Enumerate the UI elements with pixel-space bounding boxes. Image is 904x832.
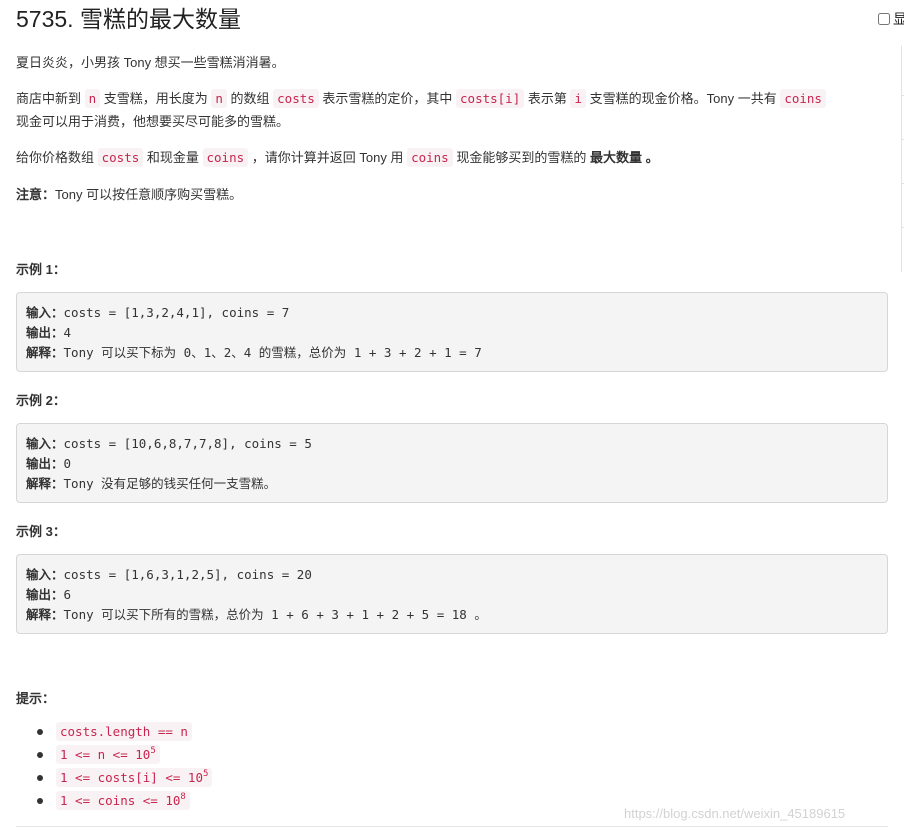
show-checkbox[interactable]	[878, 13, 890, 25]
example-2-explain: Tony 没有足够的钱买任何一支雪糕。	[63, 476, 277, 491]
constraint-code: 1 <= n <= 105	[56, 745, 160, 764]
inline-code: n	[211, 89, 227, 108]
constraint-code: costs.length == n	[56, 722, 192, 741]
note: 注意：Tony 可以按任意顺序购买雪糕。	[16, 183, 242, 207]
example-3-input: costs = [1,6,3,1,2,5], coins = 20	[63, 567, 312, 582]
example-2-block: 输入：costs = [10,6,8,7,7,8], coins = 5 输出：…	[16, 423, 888, 503]
description-paragraph-3: 给你价格数组 costs 和现金量 coins ，请你计算并返回 Tony 用 …	[16, 148, 659, 167]
show-toggle-label: 显	[893, 11, 904, 27]
example-3-explain: Tony 可以买下所有的雪糕，总价为 1 + 6 + 3 + 1 + 2 + 5…	[63, 607, 487, 622]
divider	[16, 826, 888, 827]
bold-max-count: 最大数量	[589, 150, 642, 165]
list-item: 1 <= coins <= 108	[36, 789, 212, 812]
description-paragraph-2-cont: 现金可以用于消费，他想要买尽可能多的雪糕。	[16, 114, 290, 129]
inline-code: costs	[273, 89, 319, 108]
list-item: costs.length == n	[36, 720, 212, 743]
example-1-block: 输入：costs = [1,3,2,4,1], coins = 7 输出：4 解…	[16, 292, 888, 372]
example-2-output: 0	[63, 456, 72, 471]
inline-code: costs	[97, 148, 144, 167]
inline-code: coins	[407, 148, 453, 167]
list-item: 1 <= n <= 105	[36, 743, 212, 766]
description-paragraph-2: 商店中新到 n 支雪糕，用长度为 n 的数组 costs 表示雪糕的定价，其中 …	[16, 87, 826, 111]
example-1-heading: 示例 1：	[16, 262, 66, 277]
show-toggle[interactable]: 显	[877, 9, 904, 29]
inline-code: coins	[780, 89, 826, 108]
example-2-heading: 示例 2：	[16, 393, 66, 408]
description-intro: 夏日炎炎，小男孩 Tony 想买一些雪糕消消暑。	[16, 55, 285, 70]
example-1-explain: Tony 可以买下标为 0、1、2、4 的雪糕，总价为 1 + 3 + 2 + …	[63, 345, 482, 360]
problem-title: 5735. 雪糕的最大数量	[16, 6, 241, 32]
example-3-block: 输入：costs = [1,6,3,1,2,5], coins = 20 输出：…	[16, 554, 888, 634]
list-item: 1 <= costs[i] <= 105	[36, 766, 213, 789]
inline-code: costs[i]	[456, 89, 525, 108]
inline-code: i	[570, 89, 587, 108]
inline-code: n	[84, 89, 101, 108]
constraint-code: 1 <= costs[i] <= 105	[56, 768, 213, 787]
constraint-code: 1 <= coins <= 108	[56, 791, 190, 810]
example-3-heading: 示例 3：	[16, 524, 66, 539]
watermark: https://blog.csdn.net/weixin_45189615	[624, 806, 846, 821]
note-text: Tony 可以按任意顺序购买雪糕。	[55, 187, 243, 202]
example-2-input: costs = [10,6,8,7,7,8], coins = 5	[63, 436, 312, 451]
inline-code: coins	[202, 148, 249, 167]
constraints-list: costs.length == n 1 <= n <= 105 1 <= cos…	[16, 720, 213, 812]
example-3-output: 6	[63, 587, 72, 602]
note-label: 注意：	[16, 187, 56, 202]
example-1-input: costs = [1,3,2,4,1], coins = 7	[63, 305, 290, 320]
example-1-output: 4	[63, 325, 72, 340]
constraints-heading: 提示：	[16, 691, 56, 706]
